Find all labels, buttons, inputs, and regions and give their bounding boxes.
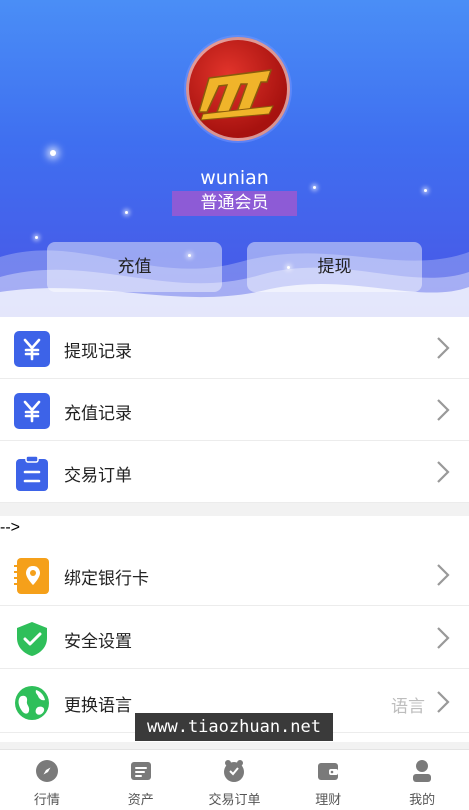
chevron-right-icon	[437, 337, 450, 359]
bottom-tab-bar: 行情 资产 交易订单 理财 我的	[0, 749, 469, 810]
menu-group-settings: --> 绑定银行卡 安全设置 更换语言 语言	[0, 516, 469, 742]
tab-mine[interactable]: 我的	[375, 750, 469, 810]
tab-trade-orders[interactable]: 交易订单	[188, 750, 282, 810]
chevron-right-icon	[437, 461, 450, 483]
globe-icon	[15, 686, 49, 720]
withdraw-button[interactable]: 提现	[247, 242, 422, 292]
user-icon	[413, 760, 432, 782]
chevron-right-icon	[437, 399, 450, 421]
menu-item-label: 交易订单	[64, 466, 132, 486]
menu-group-records: 提现记录 充值记录 交易订单	[0, 317, 469, 503]
brand-logo-icon	[197, 69, 274, 121]
compass-icon	[35, 760, 58, 782]
profile-header: wunian 普通会员 充值 提现	[0, 0, 469, 317]
chevron-right-icon	[437, 627, 450, 649]
sparkle-decoration	[125, 211, 128, 214]
tab-label: 我的	[409, 793, 436, 808]
shield-check-icon	[17, 622, 47, 656]
purse-icon	[318, 763, 339, 780]
tab-label: 交易订单	[208, 793, 261, 808]
stray-text: -->	[0, 519, 20, 536]
watermark: www.tiaozhuan.net	[135, 713, 333, 741]
menu-item-label: 更换语言	[64, 696, 132, 716]
tab-assets[interactable]: 资产	[94, 750, 188, 810]
menu-item-withdraw-records[interactable]: 提现记录	[0, 317, 469, 379]
menu-item-recharge-records[interactable]: 充值记录	[0, 379, 469, 441]
member-level-badge: 普通会员	[172, 191, 297, 216]
menu-item-label: 安全设置	[64, 632, 132, 652]
chevron-right-icon	[437, 691, 450, 713]
tab-finance[interactable]: 理财	[281, 750, 375, 810]
menu-item-security-settings[interactable]: 安全设置	[0, 607, 469, 669]
tab-label: 理财	[315, 793, 342, 808]
clipboard-icon	[16, 455, 48, 491]
yuan-icon	[14, 331, 50, 367]
sparkle-decoration	[50, 150, 56, 156]
recharge-button[interactable]: 充值	[47, 242, 222, 292]
yuan-icon	[14, 393, 50, 429]
username: wunian	[200, 167, 269, 189]
menu-item-trade-orders[interactable]: 交易订单	[0, 441, 469, 503]
menu-item-bind-bank-card[interactable]: 绑定银行卡	[0, 544, 469, 606]
wallet-card-icon	[130, 762, 151, 780]
tab-market[interactable]: 行情	[0, 750, 94, 810]
bank-card-location-icon	[14, 558, 49, 594]
orders-icon	[224, 760, 245, 782]
menu-item-label: 提现记录	[64, 342, 132, 362]
menu-item-label: 绑定银行卡	[64, 569, 149, 589]
sparkle-decoration	[424, 189, 427, 192]
avatar[interactable]	[186, 37, 290, 141]
tab-label: 行情	[33, 793, 60, 808]
tab-label: 资产	[127, 793, 154, 808]
current-language-value: 语言	[391, 697, 425, 717]
chevron-right-icon	[437, 564, 450, 586]
menu-item-label: 充值记录	[64, 404, 132, 424]
